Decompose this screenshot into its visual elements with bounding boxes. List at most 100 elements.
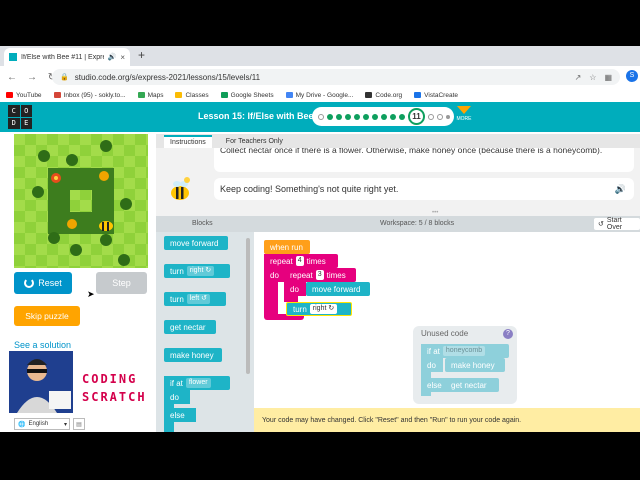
condition-dropdown[interactable]: honeycomb bbox=[442, 346, 486, 356]
unused-code-group[interactable]: Unused code ? if at honeycomb do make ho… bbox=[413, 326, 517, 404]
profile-avatar[interactable]: S bbox=[626, 70, 638, 82]
unused-code-label: Unused code bbox=[421, 329, 469, 338]
bookmark-item[interactable]: YouTube bbox=[6, 92, 42, 99]
block-label: times bbox=[326, 270, 346, 280]
level-dot[interactable] bbox=[390, 113, 396, 120]
else-label: else bbox=[164, 408, 196, 422]
presenter-thumbnail bbox=[9, 351, 73, 413]
forward-icon[interactable]: → bbox=[26, 72, 38, 83]
reset-button[interactable]: Reset bbox=[14, 272, 72, 294]
more-menu[interactable]: MORE bbox=[456, 106, 472, 122]
level-dot[interactable] bbox=[318, 113, 324, 120]
bookmark-label: Maps bbox=[147, 91, 164, 99]
back-icon[interactable]: ← bbox=[6, 72, 18, 83]
turn-left-block[interactable]: turn left ↺ bbox=[164, 292, 226, 306]
bookmark-label: VistaCreate bbox=[424, 91, 458, 99]
bookmark-favicon-icon bbox=[6, 92, 13, 98]
skip-puzzle-button[interactable]: Skip puzzle bbox=[14, 306, 80, 326]
bee-icon bbox=[99, 221, 113, 231]
feedback-bubble: Keep coding! Something's not quite right… bbox=[214, 178, 634, 200]
bookmark-item[interactable]: My Drive - Google... bbox=[285, 92, 353, 99]
bookmark-item[interactable]: VistaCreate bbox=[414, 92, 458, 99]
level-dot[interactable] bbox=[345, 113, 351, 120]
make-honey-block[interactable]: make honey bbox=[164, 348, 222, 362]
repeat-count-input[interactable]: 3 bbox=[315, 270, 324, 280]
share-icon[interactable]: ↗ bbox=[575, 73, 582, 82]
level-dot[interactable] bbox=[381, 113, 387, 120]
browser-tab[interactable]: If/Else with Bee #11 | Express 🔊 × bbox=[4, 48, 130, 66]
browser-window: If/Else with Bee #11 | Express 🔊 × + ← →… bbox=[0, 46, 640, 432]
start-over-button[interactable]: ↺ Start Over bbox=[594, 217, 640, 231]
speaker-icon[interactable]: 🔊 bbox=[615, 184, 626, 195]
level-dot[interactable] bbox=[437, 113, 443, 120]
bookmark-item[interactable]: Maps bbox=[137, 91, 164, 99]
instruction-bubble: Collect nectar once if there is a flower… bbox=[214, 148, 634, 172]
level-dot[interactable] bbox=[399, 113, 405, 120]
new-tab-button[interactable]: + bbox=[138, 48, 145, 62]
logo-letter: C bbox=[8, 105, 20, 117]
logo-letter: O bbox=[20, 105, 32, 117]
star-icon[interactable]: ☆ bbox=[589, 73, 596, 82]
tab-title: If/Else with Bee #11 | Express bbox=[21, 53, 104, 61]
block-label: repeat bbox=[270, 256, 293, 266]
bookmark-favicon-icon bbox=[220, 92, 228, 98]
bookmark-favicon-icon bbox=[285, 92, 293, 98]
see-solution-link[interactable]: See a solution bbox=[14, 340, 71, 350]
instruction-text: Collect nectar once if there is a flower… bbox=[220, 148, 603, 155]
language-select[interactable]: 🌐 English ▾ bbox=[14, 418, 70, 430]
closed-caption-icon[interactable]: ▤ bbox=[73, 418, 85, 430]
extensions-icon[interactable]: ▦ bbox=[604, 73, 612, 82]
url-field[interactable]: 🔒 studio.code.org/s/express-2021/lessons… bbox=[52, 69, 620, 85]
level-dot[interactable] bbox=[363, 113, 369, 120]
get-nectar-block[interactable]: get nectar bbox=[164, 320, 216, 334]
level-dot[interactable] bbox=[446, 114, 450, 119]
move-forward-block[interactable]: move forward bbox=[306, 282, 370, 296]
chevron-down-icon bbox=[457, 106, 471, 114]
else-label: else bbox=[421, 378, 447, 392]
bookmark-favicon-icon bbox=[414, 92, 422, 98]
address-bar-row: ← → ↻ 🔒 studio.code.org/s/express-2021/l… bbox=[0, 66, 640, 88]
bookmark-item[interactable]: Inbox (95) - sokly.to... bbox=[53, 91, 126, 99]
do-label: do bbox=[421, 358, 443, 372]
condition-dropdown[interactable]: flower bbox=[185, 378, 211, 388]
make-honey-block[interactable]: make honey bbox=[445, 358, 505, 372]
get-nectar-block[interactable]: get nectar bbox=[445, 378, 499, 392]
bookmark-item[interactable]: Classes bbox=[175, 92, 209, 99]
bookmark-favicon-icon bbox=[53, 92, 61, 98]
level-dot[interactable] bbox=[372, 113, 378, 120]
tab-teachers[interactable]: For Teachers Only bbox=[226, 138, 283, 145]
direction-dropdown[interactable]: right ↻ bbox=[186, 266, 215, 276]
level-dot[interactable] bbox=[327, 113, 333, 120]
close-icon[interactable]: × bbox=[120, 53, 125, 62]
block-label: turn bbox=[170, 294, 184, 304]
block-label: times bbox=[306, 256, 326, 266]
repeat-count-input[interactable]: 4 bbox=[295, 256, 304, 266]
direction-dropdown[interactable]: right ↻ bbox=[309, 304, 338, 314]
tab-instructions[interactable]: Instructions bbox=[164, 134, 212, 148]
turn-right-block[interactable]: turn right ↻ bbox=[164, 264, 230, 278]
level-dot[interactable] bbox=[354, 113, 360, 120]
reload-icon: ↺ bbox=[598, 221, 604, 228]
help-icon[interactable]: ? bbox=[503, 329, 513, 339]
if-else-block[interactable]: if at flower do else bbox=[164, 376, 230, 432]
current-level-badge[interactable]: 11 bbox=[408, 108, 425, 125]
do-label: do bbox=[164, 390, 190, 404]
move-forward-block[interactable]: move forward bbox=[164, 236, 228, 250]
codeorg-logo[interactable]: C O D E bbox=[8, 105, 32, 129]
bookmark-item[interactable]: Code.org bbox=[365, 92, 402, 99]
url-text: studio.code.org/s/express-2021/lessons/1… bbox=[74, 72, 261, 82]
level-dot[interactable] bbox=[428, 113, 434, 120]
tab-strip: If/Else with Bee #11 | Express 🔊 × + bbox=[0, 46, 640, 66]
when-run-block[interactable]: when run bbox=[264, 240, 310, 254]
bookmark-label: Inbox (95) - sokly.to... bbox=[63, 91, 126, 99]
bookmark-item[interactable]: Google Sheets bbox=[220, 92, 274, 99]
turn-right-block[interactable]: turn right ↻ bbox=[286, 302, 352, 316]
step-button[interactable]: Step bbox=[96, 272, 147, 294]
globe-icon: 🌐 bbox=[18, 421, 26, 428]
toolbox-scrollbar[interactable] bbox=[246, 238, 250, 374]
level-dot[interactable] bbox=[336, 113, 342, 120]
bookmark-favicon-icon bbox=[137, 92, 145, 98]
feedback-text: Keep coding! Something's not quite right… bbox=[220, 184, 399, 194]
if-else-block[interactable]: if at honeycomb bbox=[421, 344, 509, 358]
direction-dropdown[interactable]: left ↺ bbox=[186, 294, 210, 304]
